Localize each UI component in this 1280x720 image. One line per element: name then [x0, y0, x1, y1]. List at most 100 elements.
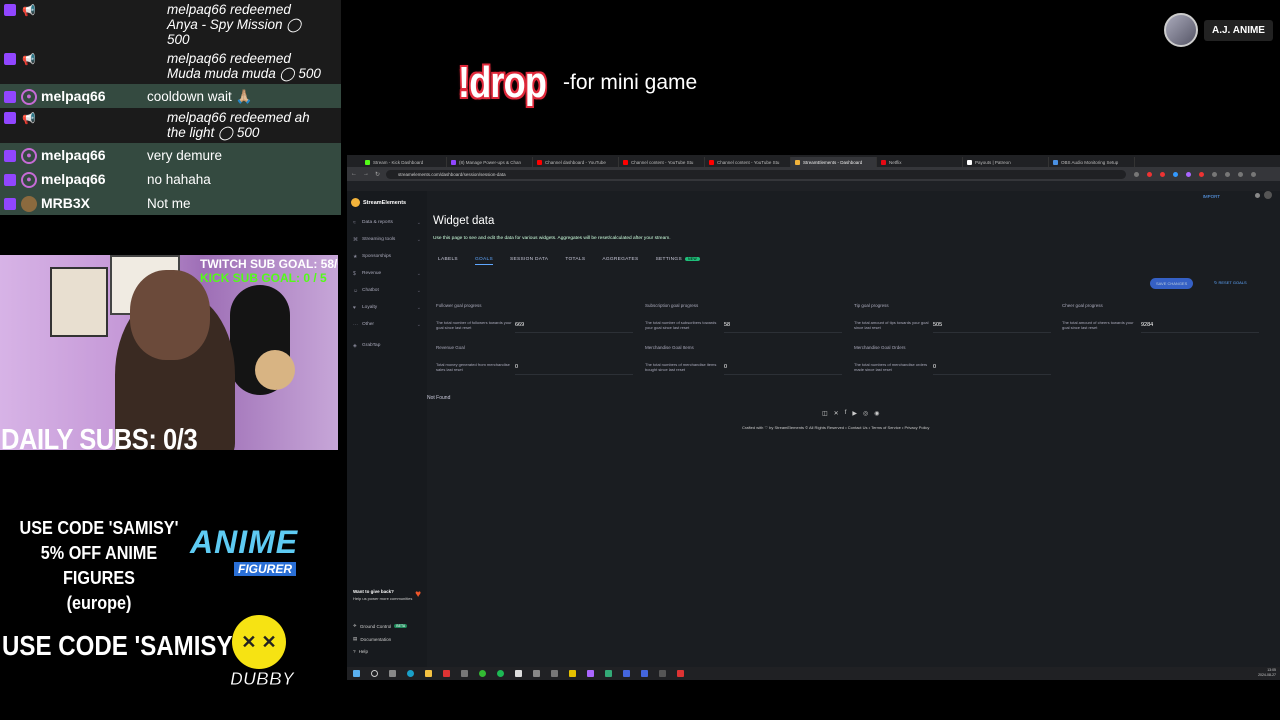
- brand[interactable]: StreamElements: [347, 191, 427, 214]
- youtube-icon[interactable]: ▶: [852, 410, 857, 417]
- chrome-icon[interactable]: [479, 670, 486, 677]
- reset-goals-button[interactable]: ↻ RESET GOALS: [1214, 280, 1247, 285]
- sidebar-item-sponsorships[interactable]: ★ Sponsorships: [347, 248, 427, 265]
- browser-tab[interactable]: Channel content - YouTube Stu: [619, 157, 705, 167]
- chat-username[interactable]: melpaq66: [41, 88, 147, 104]
- goal-value-input[interactable]: 0: [515, 364, 633, 375]
- facebook-icon[interactable]: f: [845, 410, 847, 417]
- extension-icon[interactable]: [1147, 171, 1153, 177]
- back-icon[interactable]: ←: [351, 171, 357, 177]
- app-icon[interactable]: [605, 670, 612, 677]
- tab-totals[interactable]: TOTALS: [565, 257, 585, 262]
- browser-tab[interactable]: Payouts | Patreon: [963, 157, 1049, 167]
- discord-icon[interactable]: ◉: [874, 410, 879, 417]
- browser-tab[interactable]: Channel dashboard - YouTube: [533, 157, 619, 167]
- app-icon[interactable]: [659, 670, 666, 677]
- notification-icon[interactable]: [1255, 192, 1260, 198]
- extension-icon[interactable]: [1225, 171, 1231, 177]
- tab-goals[interactable]: GOALS: [474, 257, 494, 265]
- tab-label: AGGREGATES: [602, 257, 639, 262]
- extension-icon[interactable]: [1173, 171, 1179, 177]
- extension-icon[interactable]: [1238, 171, 1244, 177]
- sidebar-item-other[interactable]: ⋯ Other ⌄: [347, 316, 427, 333]
- sidebar-item-streaming-tools[interactable]: ⌘ Streaming tools ⌄: [347, 231, 427, 248]
- sidebar-item-loyalty[interactable]: ♥ Loyalty ⌄: [347, 299, 427, 316]
- chat-message-text: Not me: [147, 195, 191, 211]
- tab-favicon-icon: [881, 159, 886, 165]
- goal-value-input[interactable]: 0: [933, 364, 1051, 375]
- tab-labels[interactable]: LABELS: [438, 257, 458, 262]
- give-back-card[interactable]: ♥ Want to give back? Help us power more …: [353, 589, 421, 601]
- windows-start-icon[interactable]: [353, 670, 360, 677]
- sidebar-item-chatbot[interactable]: ☺ Chatbot ⌄: [347, 282, 427, 299]
- sidebar-item-label: Help: [358, 649, 369, 654]
- browser-tab[interactable]: Stream - Kick Dashboard: [361, 157, 447, 167]
- app-icon[interactable]: [533, 670, 540, 677]
- chat-username[interactable]: melpaq66: [41, 171, 147, 187]
- save-changes-button[interactable]: SAVE CHANGES: [1150, 278, 1194, 289]
- browser-tab[interactable]: OBS Audio Monitoring Setup: [1049, 157, 1135, 167]
- tab-favicon-icon: [537, 159, 542, 165]
- search-icon[interactable]: [371, 670, 378, 677]
- x-icon[interactable]: ✕: [834, 410, 839, 417]
- spotify-icon[interactable]: [497, 670, 504, 677]
- sidebar-item-help[interactable]: ? Help: [353, 649, 368, 654]
- app-icon[interactable]: [587, 670, 594, 677]
- chat-message-text: cooldown wait 🙏🏼: [147, 88, 253, 104]
- browser-tab[interactable]: Channel content - YouTube Stu: [705, 157, 791, 167]
- twitch-icon[interactable]: ◫: [822, 410, 828, 417]
- goal-value-input[interactable]: 0: [724, 364, 842, 375]
- app-icon[interactable]: [623, 670, 630, 677]
- extension-icon[interactable]: [1160, 171, 1166, 177]
- tab-aggregates[interactable]: AGGREGATES: [602, 257, 638, 262]
- avatar[interactable]: [1264, 191, 1272, 199]
- extension-icon[interactable]: [1186, 171, 1192, 177]
- help-icon: ?: [353, 649, 356, 654]
- extension-icon[interactable]: [1251, 171, 1257, 177]
- forward-icon[interactable]: →: [363, 171, 369, 177]
- browser-tab[interactable]: StreamElements - Dashboard: [791, 157, 877, 167]
- twitch-icon: [4, 91, 16, 103]
- app-icon[interactable]: [461, 670, 468, 677]
- sidebar-item-documentation[interactable]: ▤ Documentation: [353, 636, 391, 642]
- twitch-icon: [4, 112, 16, 124]
- chat-username[interactable]: melpaq66: [41, 147, 147, 163]
- instagram-icon[interactable]: ◎: [863, 410, 868, 417]
- sidebar-item-ground-control[interactable]: ✈ Ground Control BETA: [353, 623, 408, 629]
- goal-description: The total number of followers towards yo…: [436, 320, 512, 330]
- app-icon[interactable]: [569, 670, 576, 677]
- extension-icon[interactable]: [1212, 171, 1218, 177]
- sidebar-item-label: Chatbot: [362, 288, 379, 293]
- import-button[interactable]: IMPORT: [1203, 194, 1220, 199]
- task-view-icon[interactable]: [389, 670, 396, 677]
- goal-card: Merchandise Goal Orders The total numbers…: [854, 345, 1054, 375]
- chat-message: MRB3X Not me: [0, 191, 341, 215]
- edge-icon[interactable]: [407, 670, 414, 677]
- app-icon[interactable]: [641, 670, 648, 677]
- clock-date: 2024-08-27: [1258, 673, 1276, 677]
- more-icon: ⋯: [353, 321, 358, 328]
- app-icon[interactable]: [551, 670, 558, 677]
- browser-tab[interactable]: (8) Manage Power-ups & Chan: [447, 157, 533, 167]
- goal-value-input[interactable]: 58: [724, 322, 842, 333]
- folder-icon[interactable]: [425, 670, 432, 677]
- app-icon[interactable]: [443, 670, 450, 677]
- goal-value-input[interactable]: 669: [515, 322, 633, 333]
- chat-username[interactable]: MRB3X: [41, 195, 147, 211]
- app-icon[interactable]: [677, 670, 684, 677]
- url-field[interactable]: streamelements.com/dashboard/session/ses…: [386, 169, 1127, 179]
- sidebar-item-revenue[interactable]: $ Revenue ⌄: [347, 265, 427, 282]
- tab-settings[interactable]: SETTINGS NEW: [656, 257, 701, 262]
- reload-icon[interactable]: ↻: [375, 171, 380, 178]
- social-links: ◫ ✕ f ▶ ◎ ◉: [822, 410, 886, 417]
- tab-session-data[interactable]: SESSION DATA: [510, 257, 548, 262]
- browser-tab[interactable]: Netflix: [877, 157, 963, 167]
- extension-icon[interactable]: [1134, 171, 1140, 177]
- app-icon[interactable]: [515, 670, 522, 677]
- sidebar-item-grabtap[interactable]: ◈ GrabTap: [347, 337, 427, 354]
- goal-value-input[interactable]: 9284: [1141, 322, 1259, 333]
- goal-value-input[interactable]: 505: [933, 322, 1051, 333]
- extension-icon[interactable]: [1199, 171, 1205, 177]
- sidebar-item-data-reports[interactable]: ≈ Data & reports ⌄: [347, 214, 427, 231]
- sidebar-item-label: GrabTap: [362, 343, 381, 348]
